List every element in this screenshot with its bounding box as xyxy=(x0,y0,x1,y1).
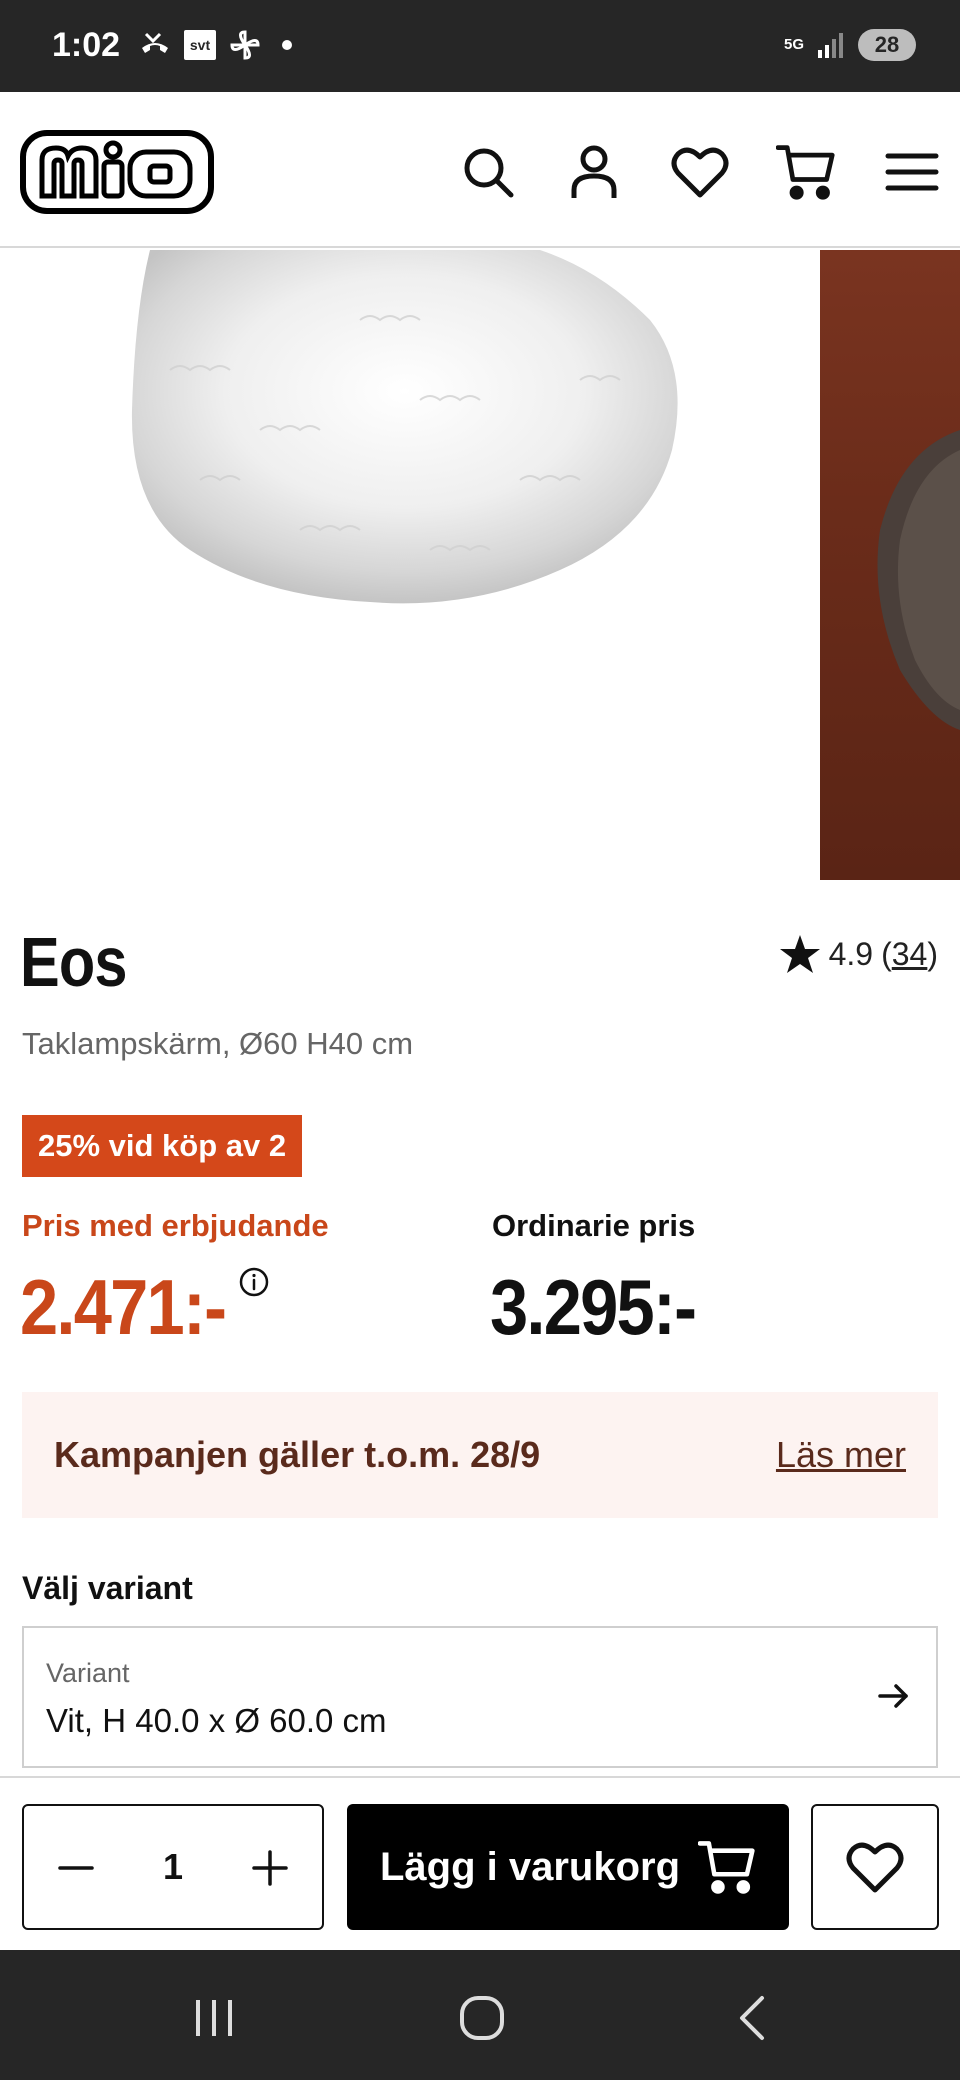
add-to-cart-label: Lägg i varukorg xyxy=(379,1844,681,1889)
info-icon[interactable] xyxy=(238,1266,270,1303)
site-header xyxy=(0,92,960,248)
status-notification-icons: svt xyxy=(138,28,292,62)
star-icon xyxy=(779,935,820,973)
promo-badge: 25% vid köp av 2 xyxy=(22,1115,303,1177)
variant-value: Vit, H 40.0 x Ø 60.0 cm xyxy=(46,1702,387,1739)
rating-value: 4.9 xyxy=(828,935,874,972)
recent-apps-icon xyxy=(196,2000,232,2036)
recent-apps-button[interactable] xyxy=(184,1988,244,2048)
read-more-link[interactable]: Läs mer xyxy=(776,1434,906,1476)
wishlist-icon[interactable] xyxy=(670,142,730,202)
svt-app-icon: svt xyxy=(184,30,216,60)
product-image-carousel[interactable] xyxy=(0,250,960,880)
add-to-cart-button[interactable]: Lägg i varukorg xyxy=(347,1804,789,1930)
pinwheel-icon xyxy=(228,28,262,62)
cart-icon xyxy=(698,1841,755,1894)
rating-paren-open: ( xyxy=(881,935,892,972)
header-actions xyxy=(458,142,942,202)
variant-selector[interactable]: Variant Vit, H 40.0 x Ø 60.0 cm xyxy=(22,1626,938,1768)
rating-count-wrapper: (34) xyxy=(881,936,938,973)
arrow-right-icon xyxy=(876,1678,912,1719)
product-rating[interactable]: 4.9 (34) xyxy=(779,934,938,974)
regular-price-label: Ordinarie pris xyxy=(492,1208,696,1243)
regular-price: 3.295:- xyxy=(490,1263,697,1351)
offer-price-label: Pris med erbjudande xyxy=(22,1208,329,1243)
mio-logo[interactable] xyxy=(20,130,214,219)
plus-icon xyxy=(252,1850,288,1886)
cart-icon[interactable] xyxy=(776,142,836,202)
home-button[interactable] xyxy=(452,1988,512,2048)
rating-paren-close: ) xyxy=(927,935,938,972)
status-bar: 1:02 svt 5G 28 xyxy=(0,0,960,92)
product-image-white-feather-lamp[interactable] xyxy=(0,250,810,880)
mio-logo-graphic xyxy=(20,130,214,214)
add-to-wishlist-button[interactable] xyxy=(811,1804,939,1930)
increase-quantity-button[interactable] xyxy=(248,1846,292,1890)
review-count-link[interactable]: 34 xyxy=(892,936,928,972)
product-image-dark-feather-lamp[interactable] xyxy=(820,250,960,880)
variant-label: Variant xyxy=(46,1658,130,1688)
status-system-icons: 5G 28 xyxy=(784,28,916,62)
account-icon[interactable] xyxy=(564,142,624,202)
system-navigation-bar xyxy=(0,1950,960,2080)
search-icon[interactable] xyxy=(458,142,518,202)
product-title: Eos xyxy=(20,923,127,1001)
variant-heading: Välj variant xyxy=(22,1570,193,1606)
heart-icon xyxy=(846,1842,904,1893)
product-subtitle: Taklampskärm, Ø60 H40 cm xyxy=(22,1026,414,1061)
signal-icon xyxy=(814,28,848,62)
offer-price: 2.471:- xyxy=(20,1263,227,1351)
status-time: 1:02 xyxy=(52,26,121,64)
missed-call-icon xyxy=(138,28,172,62)
quantity-stepper: 1 xyxy=(22,1804,324,1930)
back-button[interactable] xyxy=(722,1988,782,2048)
back-icon xyxy=(740,1996,764,2040)
battery-indicator: 28 xyxy=(858,29,916,61)
home-icon xyxy=(460,1996,504,2040)
purchase-bar: 1 Lägg i varukorg xyxy=(0,1776,960,1950)
campaign-text: Kampanjen gäller t.o.m. 28/9 xyxy=(54,1434,541,1475)
notification-dot-icon xyxy=(282,40,292,50)
menu-icon[interactable] xyxy=(882,142,942,202)
network-type-label: 5G xyxy=(783,36,804,53)
campaign-banner: Kampanjen gäller t.o.m. 28/9 Läs mer xyxy=(22,1392,938,1518)
